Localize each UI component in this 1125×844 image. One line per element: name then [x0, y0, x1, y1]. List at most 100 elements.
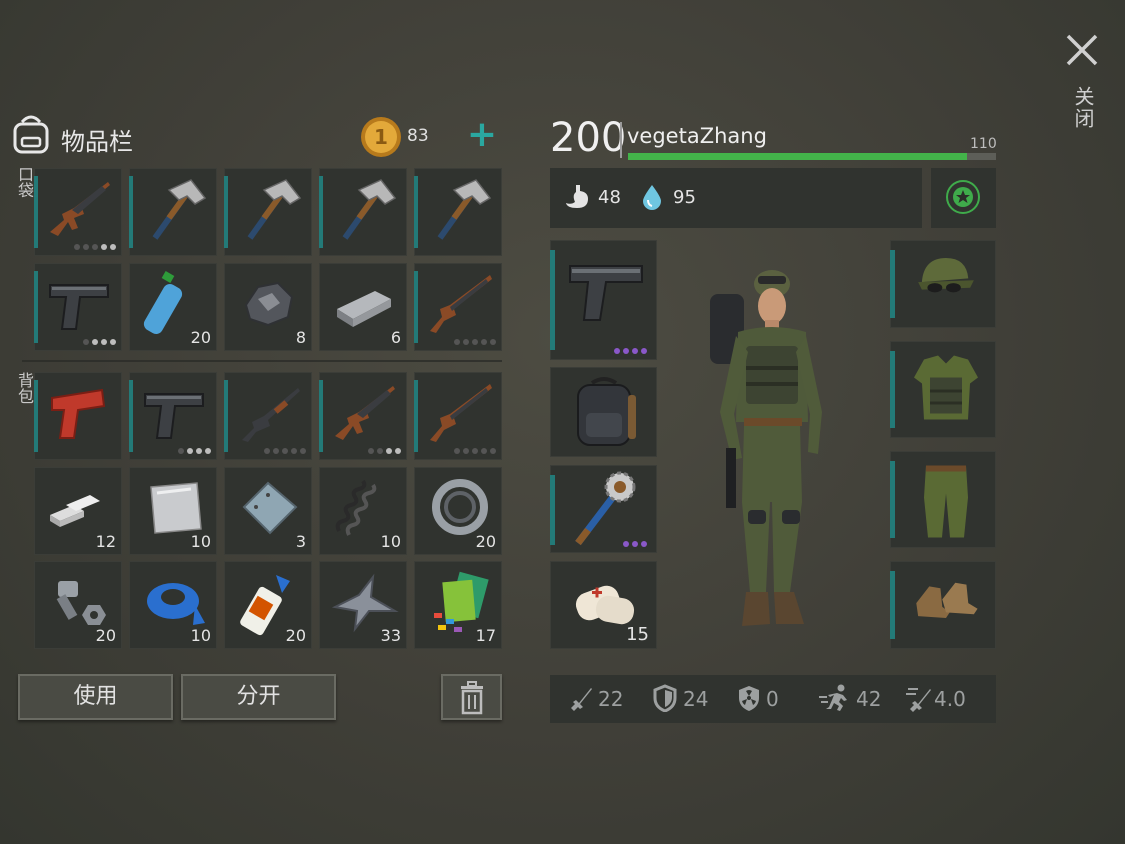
steel-plate-icon — [242, 481, 298, 535]
player-level: 200 — [550, 115, 627, 161]
pocket-label: 口袋 — [15, 166, 34, 198]
slot-accent — [414, 176, 418, 248]
inventory-slot[interactable] — [414, 372, 502, 460]
inventory-slot[interactable]: 12 — [34, 467, 122, 555]
pistol-icon — [144, 393, 204, 439]
durability-dot — [101, 339, 107, 345]
medkit-quick-slot[interactable]: 15 — [550, 561, 657, 649]
durability-dots — [368, 448, 401, 454]
durability-dot — [110, 339, 116, 345]
backpack-slot[interactable] — [550, 367, 657, 457]
inventory-slot[interactable]: 20 — [34, 561, 122, 649]
speed-value: 42 — [856, 687, 882, 711]
durability-dot — [187, 448, 193, 454]
durability-dots — [264, 448, 306, 454]
inventory-slot[interactable]: 20 — [414, 467, 502, 555]
defense-value: 24 — [683, 687, 709, 711]
inventory-slot[interactable]: 3 — [224, 467, 312, 555]
hatchet-icon — [152, 179, 207, 240]
inventory-slot[interactable]: 10 — [129, 561, 217, 649]
iron-ore-icon — [244, 281, 294, 327]
item-quantity: 10 — [380, 532, 401, 551]
armor-slot[interactable] — [890, 451, 996, 548]
inventory-slot[interactable] — [319, 372, 407, 460]
armor-slot[interactable] — [890, 341, 996, 438]
durability-dot — [377, 448, 383, 454]
inventory-slot[interactable]: 10 — [129, 467, 217, 555]
item-quantity: 17 — [475, 626, 496, 645]
close-label[interactable]: 关闭 — [1069, 86, 1098, 130]
spiked-club-icon — [575, 471, 636, 546]
inventory-slot[interactable]: 8 — [224, 263, 312, 351]
boots-icon — [916, 582, 978, 618]
item-quantity: 6 — [390, 328, 401, 347]
slot-accent — [34, 176, 38, 248]
durability-dot — [92, 244, 98, 250]
hatchet-icon — [342, 179, 397, 240]
item-quantity: 3 — [295, 532, 306, 551]
inventory-slot[interactable] — [129, 168, 217, 256]
armor-slot[interactable] — [890, 240, 996, 328]
durability-dot — [454, 339, 460, 345]
inventory-slot[interactable]: 20 — [224, 561, 312, 649]
slot-accent — [890, 351, 895, 428]
inventory-slot[interactable]: 20 — [129, 263, 217, 351]
durability-dots — [454, 448, 496, 454]
durability-dot — [92, 339, 98, 345]
durability-dot — [101, 244, 107, 250]
slot-accent — [890, 571, 895, 639]
backpack-icon — [577, 377, 636, 446]
trash-icon — [460, 681, 483, 715]
xp-bar — [628, 153, 996, 160]
radiation-value: 0 — [766, 687, 779, 711]
inventory-slot[interactable] — [414, 263, 502, 351]
item-quantity: 33 — [380, 626, 401, 645]
pistol-icon — [569, 265, 643, 321]
slot-accent — [129, 380, 133, 452]
durability-dot — [300, 448, 306, 454]
durability-dots — [74, 244, 116, 250]
inventory-slot[interactable] — [224, 168, 312, 256]
durability-dot — [490, 339, 496, 345]
inventory-slot[interactable] — [34, 168, 122, 256]
item-quantity: 12 — [95, 532, 116, 551]
bandage-quantity: 15 — [626, 624, 649, 645]
inventory-slot[interactable] — [34, 372, 122, 460]
melee-quick-slot[interactable] — [550, 465, 657, 553]
item-quantity: 8 — [295, 328, 306, 347]
split-button[interactable]: 分开 — [181, 674, 336, 720]
camo-pants-icon — [924, 465, 968, 538]
inventory-slot[interactable] — [224, 372, 312, 460]
use-button[interactable]: 使用 — [18, 674, 173, 720]
durability-dot — [83, 339, 89, 345]
durability-dot — [110, 244, 116, 250]
player-name: vegetaZhang — [627, 124, 767, 148]
inventory-slot[interactable]: 17 — [414, 561, 502, 649]
inventory-slot[interactable]: 10 — [319, 467, 407, 555]
backpack-icon — [13, 115, 49, 154]
slot-accent — [414, 271, 418, 343]
close-icon[interactable] — [1062, 30, 1102, 70]
inventory-slot[interactable] — [414, 168, 502, 256]
inventory-slot[interactable] — [129, 372, 217, 460]
rarity-dot — [641, 348, 647, 354]
durability-dot — [490, 448, 496, 454]
slot-accent — [319, 380, 323, 452]
inventory-slot[interactable]: 33 — [319, 561, 407, 649]
inventory-slot[interactable] — [319, 168, 407, 256]
trash-button[interactable] — [441, 674, 502, 720]
rarity-dots — [623, 541, 647, 547]
slot-accent — [890, 461, 895, 538]
pistol-icon — [49, 284, 109, 330]
svg-text:1: 1 — [374, 125, 388, 149]
inventory-slot[interactable]: 6 — [319, 263, 407, 351]
inventory-title: 物品栏 — [61, 128, 133, 156]
food-value: 48 — [598, 187, 621, 208]
hatchet-icon — [437, 179, 492, 240]
add-coins-button[interactable]: + — [464, 117, 500, 154]
slot-accent — [890, 250, 895, 318]
attack-value: 22 — [598, 687, 624, 711]
weapon-quick-slot[interactable] — [550, 240, 657, 360]
armor-slot[interactable] — [890, 561, 996, 649]
inventory-slot[interactable] — [34, 263, 122, 351]
